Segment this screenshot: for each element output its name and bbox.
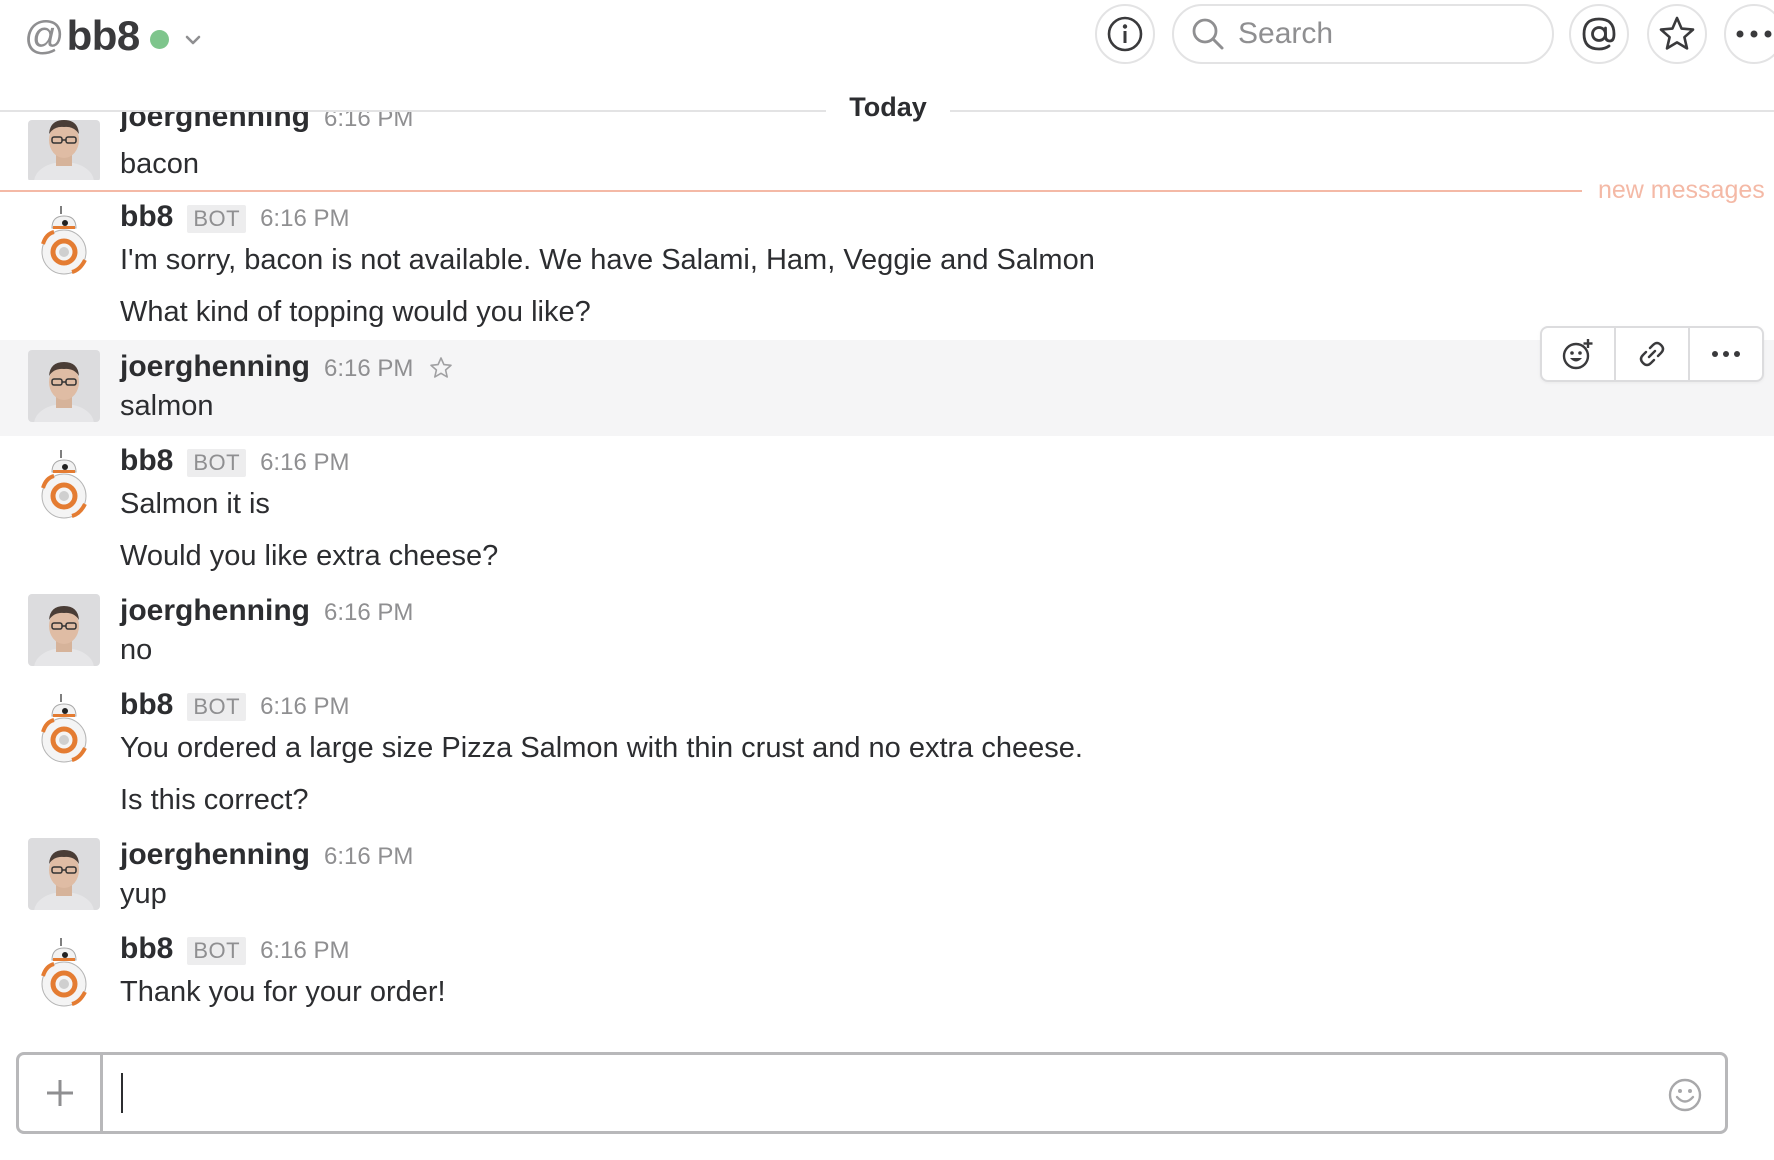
star-message-icon[interactable] [429,356,453,385]
star-icon [1659,16,1695,50]
message-row: joerghenning 6:16 PM yup [0,830,1774,920]
message-text: bacon [120,148,200,180]
message-author[interactable]: joerghenning [120,350,310,384]
search-box[interactable] [1172,4,1554,64]
message-header: bb8 BOT 6:16 PM [120,444,349,484]
add-attachment-button[interactable] [19,1055,103,1131]
message-timestamp[interactable]: 6:16 PM [324,355,413,383]
chevron-down-icon [185,35,201,45]
more-menu-button[interactable] [1724,4,1774,64]
avatar-bb8[interactable] [28,448,100,520]
message-text: What kind of topping would you like? [120,296,591,328]
message-row-hovered[interactable]: joerghenning 6:16 PM salmon [0,340,1774,436]
bot-badge: BOT [187,937,247,965]
message-timestamp[interactable]: 6:16 PM [260,205,349,233]
presence-indicator [149,29,169,49]
bb8-robot-icon [41,694,87,763]
message-text: no [120,634,153,666]
bb8-robot-icon [41,450,87,519]
day-divider: Today [0,86,1774,134]
message-header: bb8 BOT 6:16 PM [120,688,349,728]
channel-name-button[interactable]: @ bb8 [24,10,203,62]
avatar-bb8[interactable] [28,692,100,764]
bb8-robot-icon [41,206,87,275]
message-header: joerghenning 6:16 PM [120,594,413,634]
search-input[interactable] [1238,17,1538,51]
message-timestamp[interactable]: 6:16 PM [324,843,413,871]
message-text: salmon [120,390,214,422]
message-author[interactable]: bb8 [120,688,173,722]
message-timestamp[interactable]: 6:16 PM [324,599,413,627]
more-actions-button[interactable] [1690,328,1762,380]
message-header: joerghenning 6:16 PM [120,838,413,878]
person-avatar-image [28,350,100,422]
message-text: You ordered a large size Pizza Salmon wi… [120,732,1083,764]
message-text: Is this correct? [120,784,309,816]
message-timestamp[interactable]: 6:16 PM [260,937,349,965]
message-header: bb8 BOT 6:16 PM [120,932,349,972]
more-icon [1736,30,1772,38]
avatar-bb8[interactable] [28,936,100,1008]
info-icon [1107,16,1143,52]
message-row: bb8 BOT 6:16 PM Salmon it is Would you l… [0,440,1774,580]
dm-at-symbol: @ [24,13,65,58]
avatar-joerghenning[interactable] [28,838,100,910]
message-timestamp[interactable]: 6:16 PM [260,449,349,477]
day-divider-label: Today [828,92,948,123]
message-composer [16,1052,1728,1134]
add-reaction-button[interactable] [1542,328,1616,380]
message-text: Thank you for your order! [120,976,446,1008]
search-icon [1192,18,1224,50]
more-icon [1712,351,1740,357]
new-messages-divider [0,190,1582,192]
bb8-robot-icon [41,938,87,1007]
message-author[interactable]: joerghenning [120,838,310,872]
avatar-bb8[interactable] [28,204,100,276]
channel-info-button[interactable] [1095,4,1155,64]
copy-link-button[interactable] [1616,328,1690,380]
person-avatar-image [28,594,100,666]
bot-badge: BOT [187,449,247,477]
message-header: bb8 BOT 6:16 PM [120,200,349,240]
message-input[interactable] [119,1071,1619,1115]
message-text: Would you like extra cheese? [120,540,499,572]
message-author[interactable]: bb8 [120,200,173,234]
plus-icon [46,1080,73,1106]
person-avatar-image [28,838,100,910]
message-text: I'm sorry, bacon is not available. We ha… [120,244,1095,276]
channel-name: bb8 [66,12,141,59]
message-list[interactable]: joerghenning 6:16 PM bacon new messages [0,0,1774,1040]
text-cursor [121,1073,123,1113]
channel-header: @ bb8 [0,0,1774,78]
message-author[interactable]: bb8 [120,932,173,966]
message-text: Salmon it is [120,488,270,520]
mentions-button[interactable] [1569,4,1629,64]
message-header: joerghenning 6:16 PM [120,350,453,390]
message-author[interactable]: joerghenning [120,594,310,628]
divider-line [0,110,826,112]
message-row: joerghenning 6:16 PM no [0,586,1774,676]
message-row: bb8 BOT 6:16 PM Thank you for your order… [0,928,1774,1028]
bot-badge: BOT [187,205,247,233]
at-sign-icon [1582,17,1616,51]
divider-line [950,110,1774,112]
message-row: bb8 BOT 6:16 PM I'm sorry, bacon is not … [0,196,1774,336]
emoji-icon[interactable] [1665,1075,1705,1115]
avatar-joerghenning[interactable] [28,594,100,666]
composer-input-wrap [103,1055,1725,1131]
message-row: bb8 BOT 6:16 PM You ordered a large size… [0,684,1774,824]
message-author[interactable]: bb8 [120,444,173,478]
starred-items-button[interactable] [1647,4,1707,64]
message-text: yup [120,878,167,910]
avatar-joerghenning[interactable] [28,350,100,422]
add-reaction-icon [1562,339,1593,370]
message-timestamp[interactable]: 6:16 PM [260,693,349,721]
message-actions-toolbar [1540,326,1764,382]
slack-dm-window: joerghenning 6:16 PM bacon new messages [0,0,1774,1160]
link-icon [1639,341,1665,367]
bot-badge: BOT [187,693,247,721]
